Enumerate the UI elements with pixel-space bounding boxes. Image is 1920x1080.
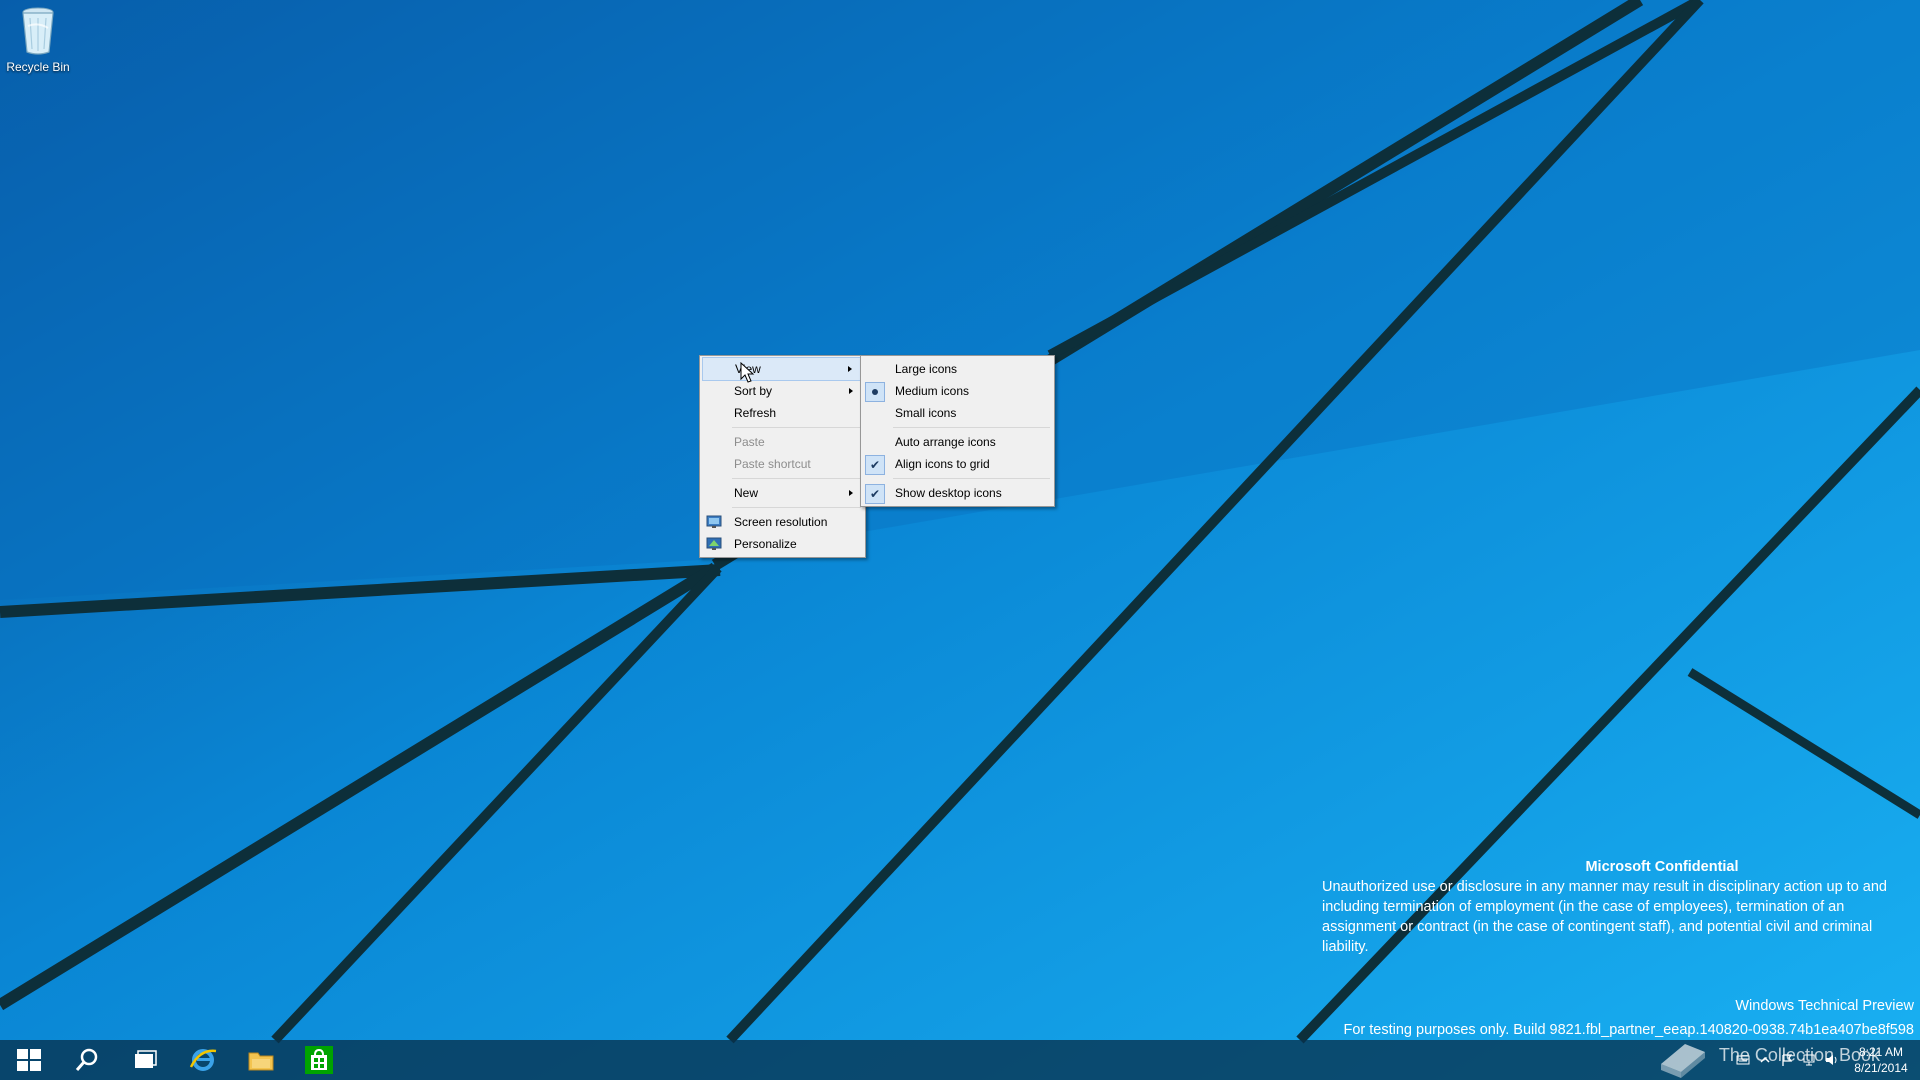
menu-item-label: Paste shortcut [734,457,811,471]
search-button[interactable] [58,1040,116,1080]
mouse-pointer-icon [740,362,755,383]
overlay-watermark-text: The Collection Book [1718,1044,1880,1065]
internet-explorer-button[interactable] [174,1040,232,1080]
menu-item-new[interactable]: New [702,482,863,504]
desktop-icon-recycle-bin[interactable]: Recycle Bin [4,4,72,74]
book-logo-icon [1660,1044,1705,1078]
internet-explorer-icon [189,1049,217,1071]
menu-item-label: New [734,486,759,500]
screen-resolution-icon [704,511,724,533]
menu-item-screen-resolution[interactable]: Screen resolution [702,511,863,533]
store-button[interactable] [290,1040,348,1080]
radio-selected-icon [865,380,885,402]
menu-item-label: Screen resolution [734,515,828,529]
task-view-button[interactable] [116,1040,174,1080]
windows-logo-icon [17,1049,41,1071]
store-icon [305,1046,333,1074]
menu-item-personalize[interactable]: Personalize [702,533,863,555]
menu-item-sort-by[interactable]: Sort by [702,380,863,402]
recycle-bin-icon [22,7,54,55]
menu-item-label: Large icons [895,362,958,376]
watermark-title: Microsoft Confidential [1585,859,1739,875]
submenu-arrow-icon [849,388,853,394]
menu-item-auto-arrange-icons[interactable]: Auto arrange icons [863,431,1052,453]
submenu-arrow-icon [848,366,852,372]
menu-item-label: Personalize [734,537,797,551]
menu-separator [732,478,861,479]
menu-item-medium-icons[interactable]: Medium icons [863,380,1052,402]
menu-item-align-icons-to-grid[interactable]: ✔ Align icons to grid [863,453,1052,475]
menu-item-label: Auto arrange icons [895,435,996,449]
menu-item-label: Sort by [734,384,773,398]
menu-item-label: Refresh [734,406,777,420]
overlay-watermark-logo: The Collection Book [1655,1030,1880,1080]
menu-item-paste-shortcut[interactable]: Paste shortcut [702,453,863,475]
menu-item-refresh[interactable]: Refresh [702,402,863,424]
personalize-icon [704,533,724,555]
menu-item-large-icons[interactable]: Large icons [863,358,1052,380]
menu-item-paste[interactable]: Paste [702,431,863,453]
menu-item-label: Show desktop icons [895,486,1002,500]
menu-item-label: Medium icons [895,384,970,398]
start-button[interactable] [0,1040,58,1080]
menu-separator [732,427,861,428]
menu-separator [732,507,861,508]
menu-item-show-desktop-icons[interactable]: ✔ Show desktop icons [863,482,1052,504]
menu-item-label: Small icons [895,406,957,420]
checkmark-icon: ✔ [865,453,885,475]
menu-separator [893,478,1050,479]
search-icon [75,1048,98,1071]
menu-item-small-icons[interactable]: Small icons [863,402,1052,424]
menu-item-label: Align icons to grid [895,457,990,471]
menu-item-view[interactable]: View [702,357,863,381]
task-view-icon [135,1050,157,1068]
taskbar: 8:21 AM 8/21/2014 [0,1040,1920,1080]
desktop-icon-label: Recycle Bin [6,60,70,74]
file-explorer-button[interactable] [232,1040,290,1080]
watermark-text: Unauthorized use or disclosure in any ma… [1322,879,1887,955]
view-submenu: Large icons Medium icons Small icons Aut… [860,355,1055,507]
folder-icon [248,1052,274,1071]
submenu-arrow-icon [849,490,853,496]
desktop[interactable]: Recycle Bin View Sort by Refresh Paste P… [0,0,1920,1080]
edition-label: Windows Technical Preview [1735,998,1914,1014]
menu-item-label: Paste [734,435,765,449]
confidential-watermark: Microsoft Confidential Unauthorized use … [1322,857,1902,957]
checkmark-icon: ✔ [865,482,885,504]
menu-separator [893,427,1050,428]
desktop-context-menu: View Sort by Refresh Paste Paste shortcu… [699,355,866,558]
